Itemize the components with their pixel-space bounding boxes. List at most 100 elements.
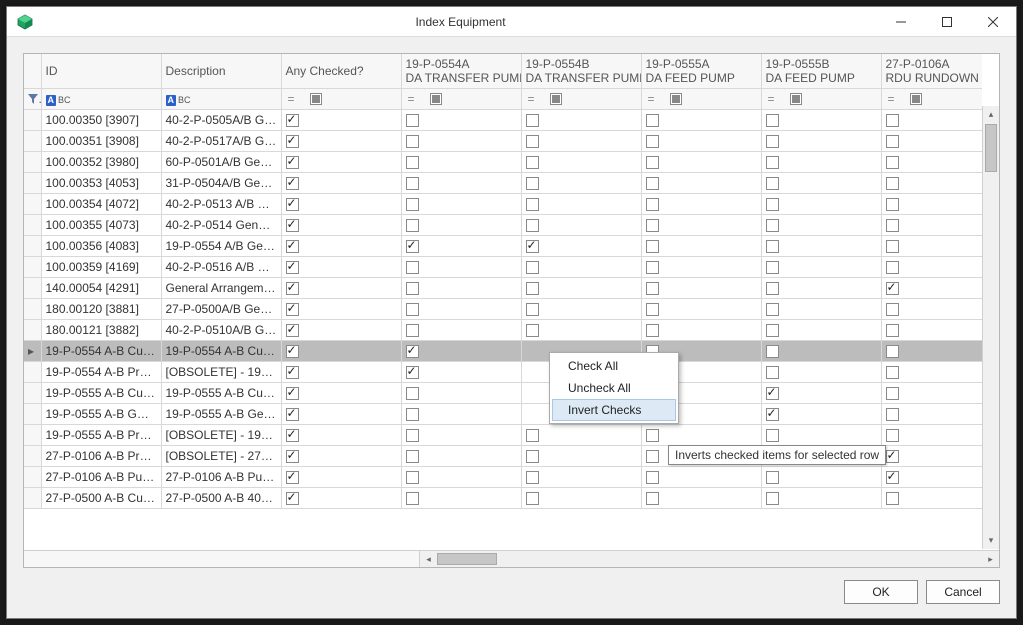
cell-description[interactable]: 60-P-0501A/B Gen…	[161, 151, 281, 172]
row-marker[interactable]	[24, 214, 41, 235]
cell-checkbox[interactable]	[881, 403, 982, 424]
cell-checkbox[interactable]	[521, 193, 641, 214]
table-row[interactable]: 19-P-0554 A-B Prel…[OBSOLETE] - 19-P…	[24, 361, 982, 382]
checkbox[interactable]	[406, 366, 419, 379]
cell-checkbox[interactable]	[521, 214, 641, 235]
checkbox[interactable]	[526, 303, 539, 316]
cell-description[interactable]: 40-2-P-0510A/B G…	[161, 319, 281, 340]
checkbox[interactable]	[286, 345, 299, 358]
cell-checkbox[interactable]	[641, 214, 761, 235]
cell-any-checked[interactable]	[281, 361, 401, 382]
checkbox[interactable]	[286, 366, 299, 379]
checkbox[interactable]	[766, 114, 779, 127]
cell-checkbox[interactable]	[521, 151, 641, 172]
checkbox[interactable]	[886, 114, 899, 127]
checkbox[interactable]	[766, 345, 779, 358]
cell-checkbox[interactable]	[881, 214, 982, 235]
cell-checkbox[interactable]	[881, 382, 982, 403]
table-row[interactable]: 19-P-0555 A-B Cur…19-P-0555 A-B Cur…	[24, 382, 982, 403]
row-marker[interactable]	[24, 193, 41, 214]
cell-id[interactable]: 100.00353 [4053]	[41, 172, 161, 193]
checkbox[interactable]	[766, 177, 779, 190]
checkbox[interactable]	[886, 387, 899, 400]
cell-checkbox[interactable]	[401, 193, 521, 214]
checkbox[interactable]	[646, 492, 659, 505]
checkbox[interactable]	[886, 450, 899, 463]
cell-checkbox[interactable]	[401, 319, 521, 340]
cell-checkbox[interactable]	[881, 235, 982, 256]
checkbox[interactable]	[886, 366, 899, 379]
cell-checkbox[interactable]	[881, 172, 982, 193]
header-row[interactable]: ID Description Any Checked? 19-P-0554ADA…	[24, 54, 982, 88]
checkbox[interactable]	[406, 114, 419, 127]
header-eq-3[interactable]: 19-P-0555BDA FEED PUMP	[761, 54, 881, 88]
cell-checkbox[interactable]	[761, 193, 881, 214]
cell-checkbox[interactable]	[641, 487, 761, 508]
cell-checkbox[interactable]	[641, 130, 761, 151]
cell-id[interactable]: 100.00355 [4073]	[41, 214, 161, 235]
cell-checkbox[interactable]	[881, 130, 982, 151]
row-marker[interactable]	[24, 130, 41, 151]
filter-icon[interactable]	[24, 88, 41, 109]
cell-checkbox[interactable]	[401, 130, 521, 151]
close-button[interactable]	[970, 7, 1016, 37]
header-eq-2[interactable]: 19-P-0555ADA FEED PUMP	[641, 54, 761, 88]
row-marker[interactable]	[24, 277, 41, 298]
checkbox[interactable]	[406, 303, 419, 316]
cell-checkbox[interactable]	[641, 109, 761, 130]
cell-checkbox[interactable]	[521, 319, 641, 340]
cell-checkbox[interactable]	[881, 424, 982, 445]
cell-checkbox[interactable]	[761, 172, 881, 193]
filter-id[interactable]: ABC	[41, 88, 161, 109]
row-marker[interactable]	[24, 487, 41, 508]
checkbox[interactable]	[406, 219, 419, 232]
cell-description[interactable]: 27-P-0500 A-B 40-…	[161, 487, 281, 508]
cell-checkbox[interactable]	[881, 445, 982, 466]
row-marker[interactable]	[24, 466, 41, 487]
header-description[interactable]: Description	[161, 54, 281, 88]
checkbox[interactable]	[766, 408, 779, 421]
filter-description[interactable]: ABC	[161, 88, 281, 109]
horizontal-scrollbar[interactable]: ◂ ▸	[24, 550, 999, 567]
checkbox[interactable]	[286, 282, 299, 295]
cell-id[interactable]: 19-P-0555 A-B Prel…	[41, 424, 161, 445]
checkbox[interactable]	[286, 240, 299, 253]
checkbox[interactable]	[886, 324, 899, 337]
cell-checkbox[interactable]	[401, 424, 521, 445]
cell-description[interactable]: General Arrangem…	[161, 277, 281, 298]
cell-id[interactable]: 19-P-0554 A-B Prel…	[41, 361, 161, 382]
table-row[interactable]: 27-P-0500 A-B Cur…27-P-0500 A-B 40-…	[24, 487, 982, 508]
cell-checkbox[interactable]	[401, 256, 521, 277]
cell-id[interactable]: 19-P-0554 A-B Cur…	[41, 340, 161, 361]
checkbox[interactable]	[526, 471, 539, 484]
cell-checkbox[interactable]	[761, 130, 881, 151]
checkbox[interactable]	[406, 240, 419, 253]
table-row[interactable]: 100.00353 [4053]31-P-0504A/B Gen…	[24, 172, 982, 193]
checkbox[interactable]	[286, 471, 299, 484]
table-row[interactable]: 100.00354 [4072]40-2-P-0513 A/B G…	[24, 193, 982, 214]
cell-checkbox[interactable]	[401, 340, 521, 361]
cell-any-checked[interactable]	[281, 214, 401, 235]
filter-row[interactable]: ABC ABC = = = = = =	[24, 88, 982, 109]
cell-checkbox[interactable]	[641, 277, 761, 298]
table-row[interactable]: 100.00351 [3908]40-2-P-0517A/B G…	[24, 130, 982, 151]
table-row[interactable]: 100.00350 [3907]40-2-P-0505A/B G…	[24, 109, 982, 130]
cell-checkbox[interactable]	[401, 214, 521, 235]
row-marker[interactable]	[24, 109, 41, 130]
cell-checkbox[interactable]	[761, 109, 881, 130]
checkbox[interactable]	[286, 492, 299, 505]
checkbox[interactable]	[406, 408, 419, 421]
checkbox[interactable]	[886, 471, 899, 484]
checkbox[interactable]	[766, 198, 779, 211]
cell-checkbox[interactable]	[521, 172, 641, 193]
header-select-all[interactable]	[24, 54, 41, 88]
cell-any-checked[interactable]	[281, 235, 401, 256]
context-menu[interactable]: Check AllUncheck AllInvert Checks	[549, 352, 679, 424]
checkbox[interactable]	[286, 261, 299, 274]
checkbox[interactable]	[406, 471, 419, 484]
checkbox[interactable]	[646, 156, 659, 169]
checkbox[interactable]	[886, 177, 899, 190]
table-row[interactable]: 180.00120 [3881]27-P-0500A/B Gen…	[24, 298, 982, 319]
cell-id[interactable]: 27-P-0500 A-B Cur…	[41, 487, 161, 508]
checkbox[interactable]	[766, 387, 779, 400]
